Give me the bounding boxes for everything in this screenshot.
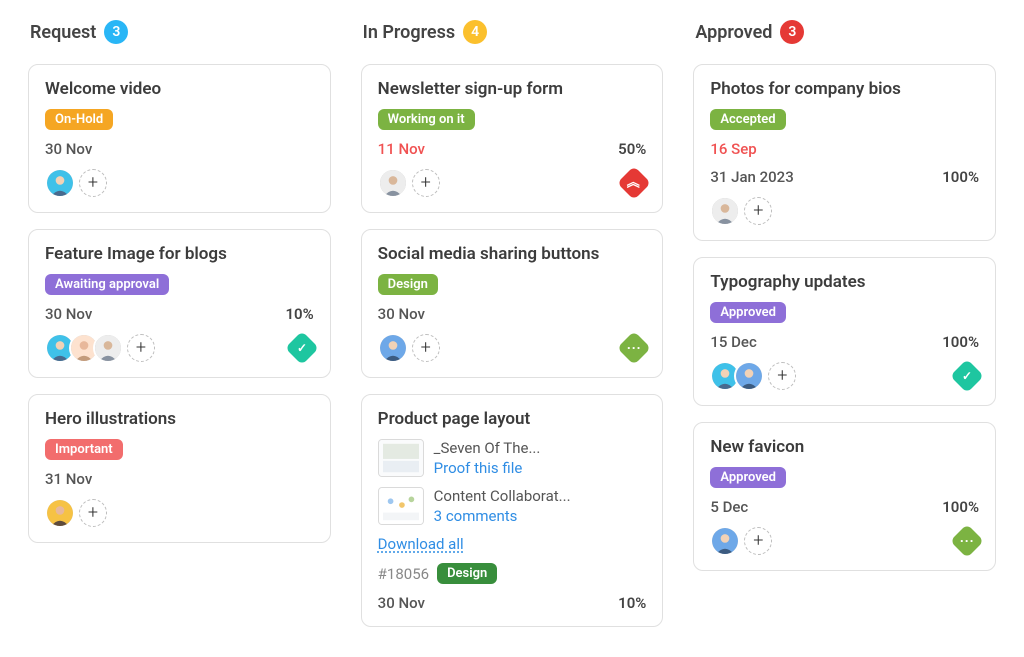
- card-feature-image[interactable]: Feature Image for blogs Awaiting approva…: [28, 229, 331, 378]
- add-assignee-button[interactable]: +: [412, 334, 440, 362]
- status-pill: Accepted: [710, 109, 785, 130]
- attachment-name: _Seven Of The...: [434, 439, 541, 457]
- card-date-overdue: 16 Sep: [710, 140, 979, 158]
- add-assignee-button[interactable]: +: [412, 169, 440, 197]
- status-pill: Important: [45, 439, 123, 460]
- card-percent: 100%: [942, 498, 979, 516]
- status-pill: On-Hold: [45, 109, 113, 130]
- card-title: Product page layout: [378, 409, 647, 429]
- card-date: 5 Dec: [710, 498, 748, 516]
- avatar[interactable]: [93, 333, 123, 363]
- status-pill: Design: [437, 563, 497, 584]
- priority-flag-icon[interactable]: [617, 166, 651, 200]
- avatar[interactable]: [378, 168, 408, 198]
- column-header: In Progress 4: [361, 20, 664, 48]
- comments-link[interactable]: 3 comments: [434, 507, 571, 525]
- card-title: Welcome video: [45, 79, 314, 99]
- card-title: Social media sharing buttons: [378, 244, 647, 264]
- status-pill: Working on it: [378, 109, 475, 130]
- column-in-progress: In Progress 4 Newsletter sign-up form Wo…: [361, 20, 664, 627]
- add-assignee-button[interactable]: +: [744, 527, 772, 555]
- attachment-thumbnail[interactable]: [378, 439, 424, 477]
- card-percent: 100%: [942, 333, 979, 351]
- column-header: Approved 3: [693, 20, 996, 48]
- assignees: +: [710, 196, 979, 226]
- column-count-badge: 4: [463, 20, 487, 44]
- assignees: +: [45, 498, 314, 528]
- download-all-link[interactable]: Download all: [378, 535, 647, 553]
- proof-file-link[interactable]: Proof this file: [434, 459, 541, 477]
- add-assignee-button[interactable]: +: [79, 499, 107, 527]
- assignees: +: [45, 168, 107, 198]
- status-pill: Design: [378, 274, 438, 295]
- column-approved: Approved 3 Photos for company bios Accep…: [693, 20, 996, 571]
- card-typography[interactable]: Typography updates Approved 15 Dec 100% …: [693, 257, 996, 406]
- card-product-page[interactable]: Product page layout _Seven Of The... Pro…: [361, 394, 664, 627]
- attachment-thumbnail[interactable]: [378, 487, 424, 525]
- card-percent: 10%: [618, 594, 646, 612]
- column-count-badge: 3: [104, 20, 128, 44]
- assignees: +: [378, 333, 440, 363]
- status-pill: Approved: [710, 302, 786, 323]
- status-pill: Approved: [710, 467, 786, 488]
- card-date-overdue: 11 Nov: [378, 140, 425, 158]
- card-title: Hero illustrations: [45, 409, 314, 429]
- attachment: _Seven Of The... Proof this file: [378, 439, 647, 477]
- card-title: Feature Image for blogs: [45, 244, 314, 264]
- assignees: +: [45, 333, 155, 363]
- card-percent: 50%: [618, 140, 646, 158]
- assignees: +: [710, 361, 796, 391]
- card-date: 30 Nov: [45, 140, 314, 158]
- card-percent: 100%: [942, 168, 979, 186]
- add-assignee-button[interactable]: +: [127, 334, 155, 362]
- status-pill: Awaiting approval: [45, 274, 169, 295]
- avatar[interactable]: [710, 196, 740, 226]
- card-newsletter[interactable]: Newsletter sign-up form Working on it 11…: [361, 64, 664, 213]
- priority-flag-icon[interactable]: [617, 331, 651, 365]
- avatar[interactable]: [734, 361, 764, 391]
- avatar[interactable]: [378, 333, 408, 363]
- card-title: Typography updates: [710, 272, 979, 292]
- card-welcome-video[interactable]: Welcome video On-Hold 30 Nov +: [28, 64, 331, 213]
- card-date: 30 Nov: [378, 594, 425, 612]
- avatar[interactable]: [45, 168, 75, 198]
- add-assignee-button[interactable]: +: [79, 169, 107, 197]
- card-percent: 10%: [285, 305, 313, 323]
- card-hero-illustrations[interactable]: Hero illustrations Important 31 Nov +: [28, 394, 331, 543]
- column-title: In Progress: [363, 22, 455, 43]
- column-header: Request 3: [28, 20, 331, 48]
- card-title: Photos for company bios: [710, 79, 979, 99]
- kanban-board: Request 3 Welcome video On-Hold 30 Nov +…: [0, 0, 1024, 657]
- priority-flag-icon[interactable]: [285, 331, 319, 365]
- column-title: Request: [30, 22, 96, 43]
- priority-flag-icon[interactable]: [950, 359, 984, 393]
- add-assignee-button[interactable]: +: [744, 197, 772, 225]
- card-date: 30 Nov: [378, 305, 647, 323]
- avatar[interactable]: [45, 498, 75, 528]
- column-request: Request 3 Welcome video On-Hold 30 Nov +…: [28, 20, 331, 543]
- card-date: 31 Nov: [45, 470, 314, 488]
- priority-flag-icon[interactable]: [950, 524, 984, 558]
- card-date: 15 Dec: [710, 333, 756, 351]
- column-count-badge: 3: [780, 20, 804, 44]
- attachment: Content Collaborat... 3 comments: [378, 487, 647, 525]
- card-new-favicon[interactable]: New favicon Approved 5 Dec 100% +: [693, 422, 996, 571]
- task-id: #18056: [378, 565, 429, 583]
- add-assignee-button[interactable]: +: [768, 362, 796, 390]
- attachment-name: Content Collaborat...: [434, 487, 571, 505]
- card-date: 30 Nov: [45, 305, 92, 323]
- card-social-sharing[interactable]: Social media sharing buttons Design 30 N…: [361, 229, 664, 378]
- assignees: +: [378, 168, 440, 198]
- assignees: +: [710, 526, 772, 556]
- avatar[interactable]: [710, 526, 740, 556]
- card-date: 31 Jan 2023: [710, 168, 793, 186]
- card-title: Newsletter sign-up form: [378, 79, 647, 99]
- card-photos-bios[interactable]: Photos for company bios Accepted 16 Sep …: [693, 64, 996, 241]
- card-title: New favicon: [710, 437, 979, 457]
- column-title: Approved: [695, 22, 772, 43]
